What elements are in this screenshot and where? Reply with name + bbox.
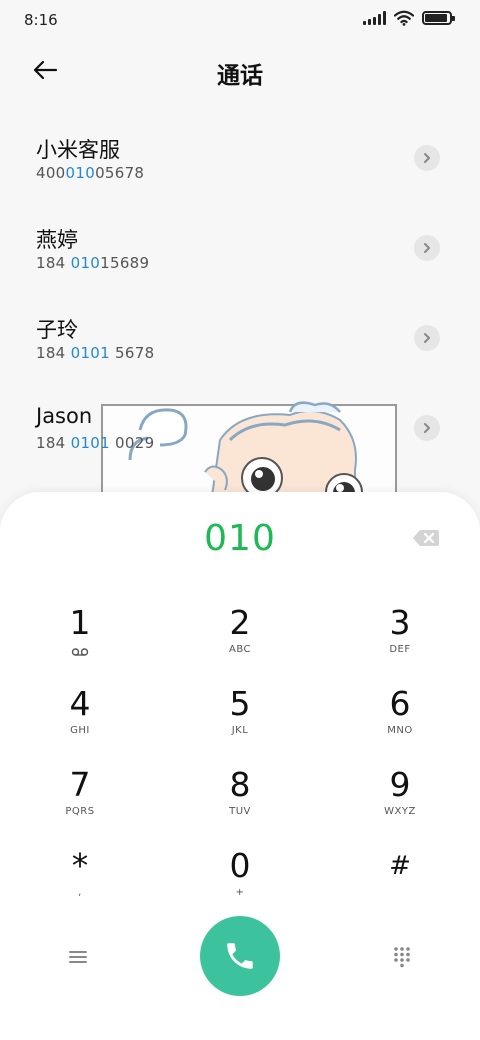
key-digit: 9 bbox=[389, 765, 411, 804]
key-digit: 5 bbox=[229, 684, 251, 723]
keypad-toggle-button[interactable] bbox=[384, 942, 420, 972]
key-letters: MNO bbox=[387, 725, 413, 736]
contact-detail-button[interactable] bbox=[414, 415, 440, 441]
key-hash[interactable]: # bbox=[340, 847, 460, 923]
contact-name: 小米客服 bbox=[36, 138, 120, 162]
chevron-right-icon bbox=[424, 423, 430, 433]
battery-icon bbox=[422, 11, 455, 25]
contact-number: 184 0101 0029 bbox=[36, 434, 155, 452]
dialer-bottom-bar bbox=[0, 916, 480, 998]
wifi-icon bbox=[394, 10, 414, 26]
key-letters: JKL bbox=[231, 725, 249, 736]
key-3[interactable]: 3 DEF bbox=[340, 604, 460, 680]
key-8[interactable]: 8 TUV bbox=[180, 766, 300, 842]
contact-name: 子玲 bbox=[36, 318, 78, 342]
menu-icon bbox=[69, 951, 87, 963]
key-7[interactable]: 7 PQRS bbox=[20, 766, 140, 842]
chevron-right-icon bbox=[424, 333, 430, 343]
dial-input[interactable]: 010 bbox=[0, 518, 480, 559]
voicemail-icon bbox=[71, 648, 89, 656]
key-digit: 1 bbox=[69, 603, 91, 642]
key-letters: ABC bbox=[228, 644, 251, 655]
contact-item[interactable]: Jason 184 0101 0029 bbox=[0, 382, 480, 472]
key-digit: 8 bbox=[229, 765, 251, 804]
battery-level bbox=[425, 14, 447, 22]
key-digit: 0 bbox=[229, 846, 251, 885]
key-digit: 6 bbox=[389, 684, 411, 723]
phone-icon bbox=[227, 943, 253, 969]
key-2[interactable]: 2 ABC bbox=[180, 604, 300, 680]
key-6[interactable]: 6 MNO bbox=[340, 685, 460, 761]
status-icons bbox=[363, 10, 455, 26]
contact-item[interactable]: 子玲 184 0101 5678 bbox=[0, 292, 480, 382]
backspace-icon bbox=[413, 530, 439, 546]
key-digit: * bbox=[71, 846, 89, 885]
keypad-icon bbox=[394, 947, 410, 968]
key-4[interactable]: 4 GHI bbox=[20, 685, 140, 761]
contact-number: 184 01015689 bbox=[36, 254, 150, 272]
signal-icon bbox=[363, 11, 386, 25]
key-letters: TUV bbox=[229, 806, 251, 817]
key-digit: 3 bbox=[389, 603, 411, 642]
call-button[interactable] bbox=[200, 916, 280, 996]
chevron-right-icon bbox=[424, 243, 430, 253]
contact-number: 40001005678 bbox=[36, 164, 145, 182]
key-0[interactable]: 0 + bbox=[180, 847, 300, 923]
key-letters: PQRS bbox=[65, 806, 95, 817]
status-bar: 8:16 bbox=[0, 0, 480, 40]
contact-number: 184 0101 5678 bbox=[36, 344, 155, 362]
key-digit: 4 bbox=[69, 684, 91, 723]
contact-detail-button[interactable] bbox=[414, 235, 440, 261]
key-digit: # bbox=[389, 851, 411, 881]
menu-button[interactable] bbox=[60, 942, 96, 972]
header: 通话 bbox=[0, 44, 480, 96]
key-1[interactable]: 1 bbox=[20, 604, 140, 680]
key-5[interactable]: 5 JKL bbox=[180, 685, 300, 761]
key-9[interactable]: 9 WXYZ bbox=[340, 766, 460, 842]
page-title: 通话 bbox=[217, 63, 263, 89]
key-digit: 2 bbox=[229, 603, 251, 642]
key-letters: DEF bbox=[389, 644, 411, 655]
key-letters: , bbox=[78, 887, 82, 898]
contact-detail-button[interactable] bbox=[414, 145, 440, 171]
contact-list: 小米客服 40001005678 燕婷 184 01015689 子玲 184 … bbox=[0, 112, 480, 472]
dialer-panel: 010 1 2 ABC 3 DEF 4 GHI 5 JKL 6 MNO 7 PQ… bbox=[0, 492, 480, 1040]
contact-name: 燕婷 bbox=[36, 228, 78, 252]
key-star[interactable]: * , bbox=[20, 847, 140, 923]
contact-item[interactable]: 燕婷 184 01015689 bbox=[0, 202, 480, 292]
chevron-right-icon bbox=[424, 153, 430, 163]
key-letters: GHI bbox=[70, 725, 90, 736]
contact-name: Jason bbox=[36, 404, 93, 428]
contact-detail-button[interactable] bbox=[414, 325, 440, 351]
key-letters: + bbox=[235, 887, 245, 898]
backspace-button[interactable] bbox=[412, 528, 440, 548]
status-time: 8:16 bbox=[24, 11, 58, 29]
key-digit: 7 bbox=[69, 765, 91, 804]
key-letters: WXYZ bbox=[384, 806, 416, 817]
contact-item[interactable]: 小米客服 40001005678 bbox=[0, 112, 480, 202]
